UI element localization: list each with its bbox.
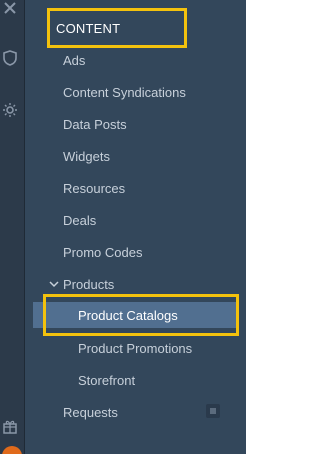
sidebar-item-label: Resources [63, 180, 126, 196]
sidebar-item-ads[interactable]: Ads [63, 48, 85, 72]
sidebar-item-promo-codes[interactable]: Promo Codes [63, 240, 142, 264]
sidebar-item-resources[interactable]: Resources [63, 176, 125, 200]
avatar[interactable] [2, 446, 22, 454]
section-title-content: CONTENT [47, 8, 187, 48]
settings-icon[interactable] [0, 100, 20, 120]
sidebar-item-data-posts[interactable]: Data Posts [63, 112, 127, 136]
sidebar-item-label: Requests [63, 404, 118, 420]
sidebar-item-product-promotions[interactable]: Product Promotions [78, 336, 192, 360]
sidebar-item-label: Promo Codes [63, 244, 143, 260]
shield-icon[interactable] [0, 48, 20, 68]
sidebar-item-storefront[interactable]: Storefront [78, 368, 135, 392]
sidebar-item-label: Storefront [78, 372, 136, 388]
sidebar-item-products[interactable]: Products [63, 272, 114, 296]
icon-rail [0, 0, 25, 454]
close-icon[interactable] [0, 0, 20, 18]
section-title-label: CONTENT [56, 20, 121, 36]
sidebar-item-label: Product Promotions [78, 340, 193, 356]
sidebar-item-deals[interactable]: Deals [63, 208, 96, 232]
active-item-highlight [43, 294, 239, 336]
sidebar-item-widgets[interactable]: Widgets [63, 144, 110, 168]
app-window: CONTENT Ads Content Syndications Data Po… [0, 0, 270, 454]
sidebar-item-label: Products [63, 276, 115, 292]
sidebar-item-label: Content Syndications [63, 84, 186, 100]
sidebar-item-label: Data Posts [63, 116, 127, 132]
sidebar-item-label: Deals [63, 212, 97, 228]
resize-handle[interactable] [206, 404, 220, 418]
content-sidebar: CONTENT Ads Content Syndications Data Po… [25, 0, 246, 454]
gift-icon[interactable] [0, 416, 20, 436]
sidebar-item-label: Ads [63, 52, 86, 68]
sidebar-item-label: Widgets [63, 148, 110, 164]
chevron-down-icon[interactable] [48, 278, 60, 290]
sidebar-item-requests[interactable]: Requests [63, 400, 118, 424]
sidebar-item-content-syndications[interactable]: Content Syndications [63, 80, 186, 104]
